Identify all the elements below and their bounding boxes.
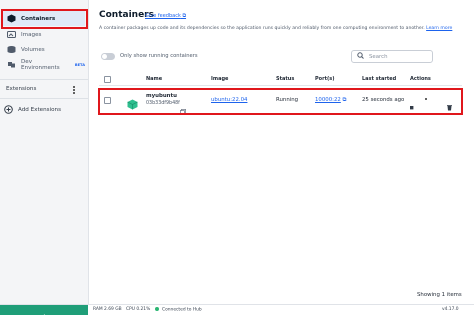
dev-environments-icon	[7, 60, 16, 69]
column-header-image[interactable]: Image	[211, 76, 228, 82]
column-header-name[interactable]: Name	[146, 76, 162, 82]
app-version: v4.17.0	[442, 307, 459, 312]
items-count: Showing 1 items	[417, 292, 462, 298]
page-description: A container packages up code and its dep…	[99, 26, 453, 31]
search-icon	[357, 52, 364, 61]
add-extensions-label: Add Extensions	[18, 106, 61, 113]
toggle-label: Only show running containers	[120, 53, 198, 59]
sidebar-item-label: Volumes	[21, 46, 45, 53]
sidebar: Containers Images Volumes Dev Environmen…	[0, 0, 89, 304]
give-feedback-link[interactable]: Give feedback ⧉	[145, 13, 186, 19]
volumes-icon	[7, 45, 16, 54]
add-extensions-button[interactable]: Add Extensions	[0, 102, 82, 117]
sidebar-item-dev-environments[interactable]: Dev Environments BETA	[3, 57, 85, 72]
whale-icon	[38, 306, 47, 325]
column-header-last-started[interactable]: Last started	[362, 76, 396, 82]
column-header-actions: Actions	[410, 76, 431, 82]
highlight-containers-nav	[1, 9, 88, 29]
learn-more-link[interactable]: Learn more	[426, 26, 452, 31]
sidebar-divider	[0, 98, 88, 99]
sidebar-divider	[0, 79, 88, 80]
cpu-usage: CPU 0.21%	[126, 307, 151, 312]
sidebar-item-label: Images	[21, 31, 42, 38]
sidebar-item-label: Dev Environments	[21, 58, 60, 71]
extensions-label: Extensions	[6, 86, 37, 92]
search-placeholder: Search	[369, 53, 388, 60]
sidebar-item-volumes[interactable]: Volumes	[3, 42, 85, 57]
search-input[interactable]: Search	[351, 50, 433, 63]
sidebar-item-images[interactable]: Images	[3, 27, 85, 42]
plus-circle-icon	[4, 105, 13, 114]
images-icon	[7, 30, 16, 39]
highlight-container-row	[98, 88, 463, 115]
hub-status: Connected to Hub	[155, 307, 202, 313]
connected-dot-icon	[155, 307, 159, 311]
select-all-checkbox[interactable]	[104, 76, 111, 83]
running-only-toggle[interactable]	[101, 53, 115, 60]
beta-badge: BETA	[74, 62, 85, 67]
column-header-status[interactable]: Status	[276, 76, 294, 82]
extensions-menu-icon[interactable]	[73, 85, 76, 95]
column-header-ports[interactable]: Port(s)	[315, 76, 335, 82]
table-header-divider	[99, 85, 462, 86]
ram-usage: RAM 2.69 GB	[93, 307, 122, 312]
status-bar: RAM 2.69 GB CPU 0.21% Connected to Hub v…	[0, 304, 474, 320]
